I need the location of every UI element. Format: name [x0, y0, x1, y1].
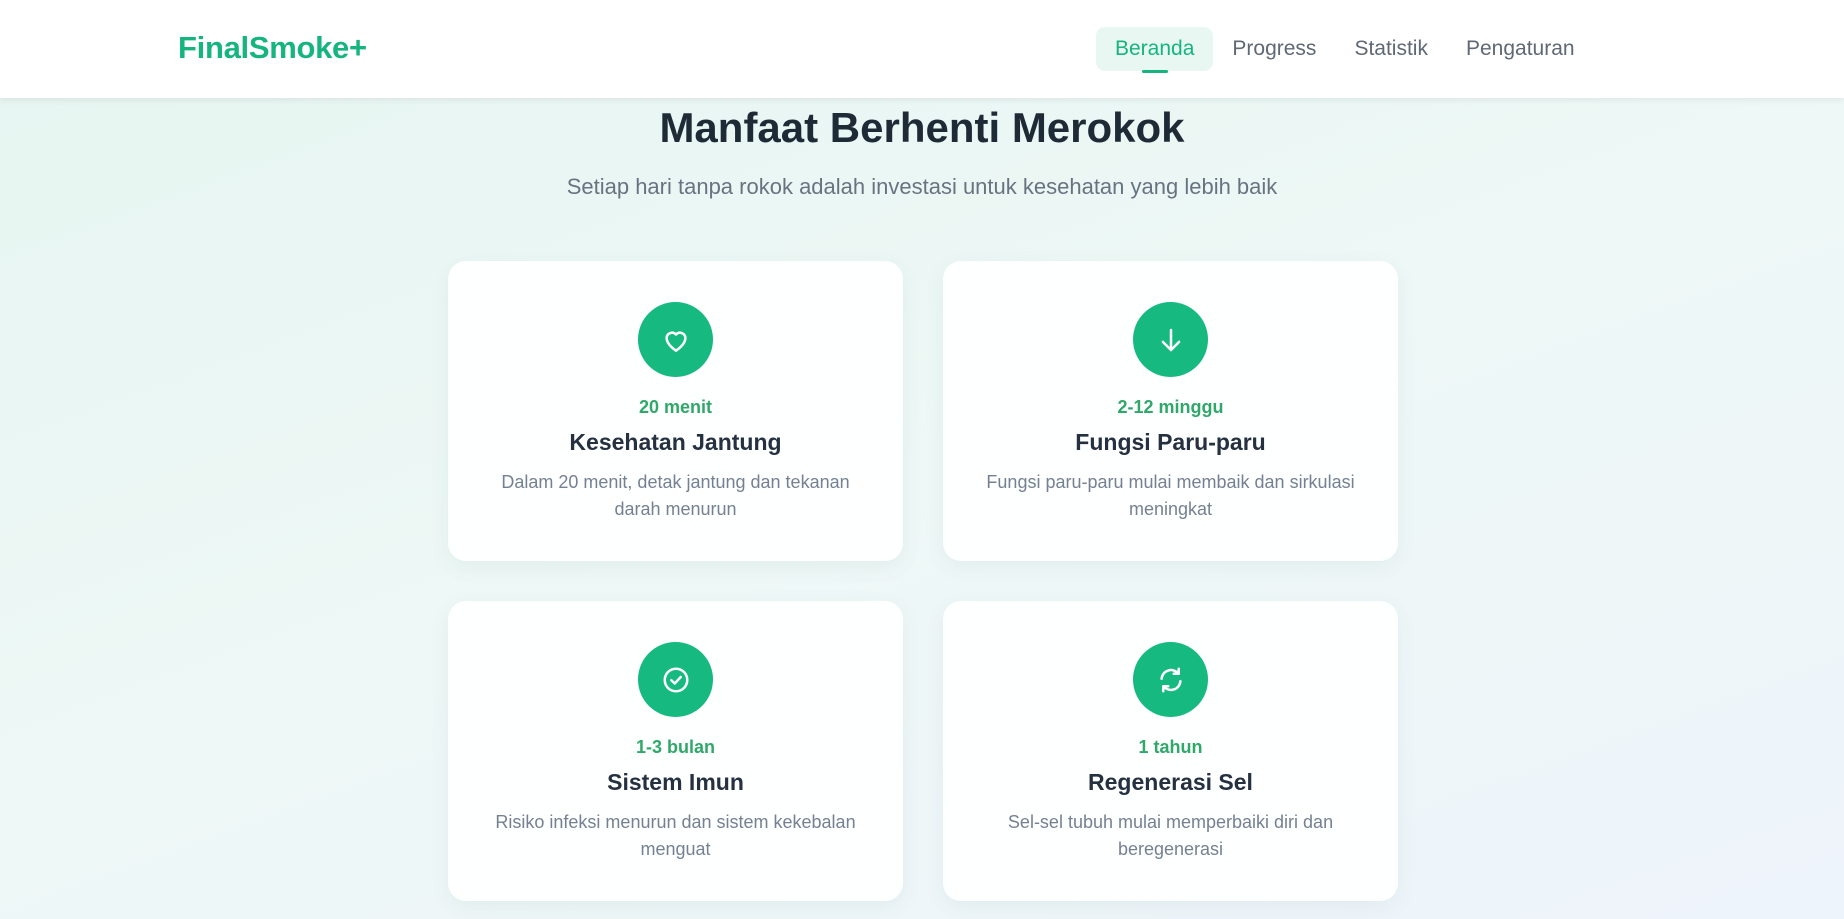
benefit-period: 2-12 minggu [1117, 397, 1224, 417]
nav-item-statistik[interactable]: Statistik [1335, 27, 1447, 71]
benefit-description: Sel-sel tubuh mulai memperbaiki diri dan… [1007, 812, 1334, 859]
benefit-period: 20 menit [638, 397, 713, 417]
benefit-card-heart: 20 menit Kesehatan Jantung Dalam 20 meni… [448, 261, 903, 561]
page-title: Manfaat Berhenti Merokok [659, 104, 1185, 151]
app-logo[interactable]: FinalSmoke+ [178, 30, 367, 66]
benefit-title: Regenerasi Sel [1088, 769, 1253, 795]
benefit-title: Fungsi Paru-paru [1075, 429, 1266, 455]
benefit-period: 1-3 bulan [635, 737, 715, 757]
arrow-down-icon [1133, 302, 1208, 377]
check-circle-icon [638, 642, 713, 717]
benefit-card-cells: 1 tahun Regenerasi Sel Sel-sel tubuh mul… [943, 601, 1398, 901]
benefit-title: Kesehatan Jantung [569, 429, 782, 455]
benefit-card-immune: 1-3 bulan Sistem Imun Risiko infeksi men… [448, 601, 903, 901]
refresh-icon [1133, 642, 1208, 717]
main-nav: Beranda Progress Statistik Pengaturan [1096, 27, 1594, 71]
page-subtitle: Setiap hari tanpa rokok adalah investasi… [566, 174, 1278, 199]
benefits-grid: 20 menit Kesehatan Jantung Dalam 20 meni… [448, 261, 1398, 901]
heart-icon [638, 302, 713, 377]
benefit-description: Dalam 20 menit, detak jantung dan tekana… [501, 472, 850, 519]
benefit-period: 1 tahun [1138, 737, 1203, 757]
nav-item-beranda[interactable]: Beranda [1096, 27, 1214, 71]
nav-item-progress[interactable]: Progress [1213, 27, 1335, 71]
benefit-description: Risiko infeksi menurun dan sistem kekeba… [495, 812, 856, 859]
benefit-card-lungs: 2-12 minggu Fungsi Paru-paru Fungsi paru… [943, 261, 1398, 561]
benefit-description: Fungsi paru-paru mulai membaik dan sirku… [986, 472, 1355, 519]
top-navbar: FinalSmoke+ Beranda Progress Statistik P… [0, 0, 1844, 98]
benefit-title: Sistem Imun [607, 769, 744, 795]
nav-item-pengaturan[interactable]: Pengaturan [1447, 27, 1594, 71]
